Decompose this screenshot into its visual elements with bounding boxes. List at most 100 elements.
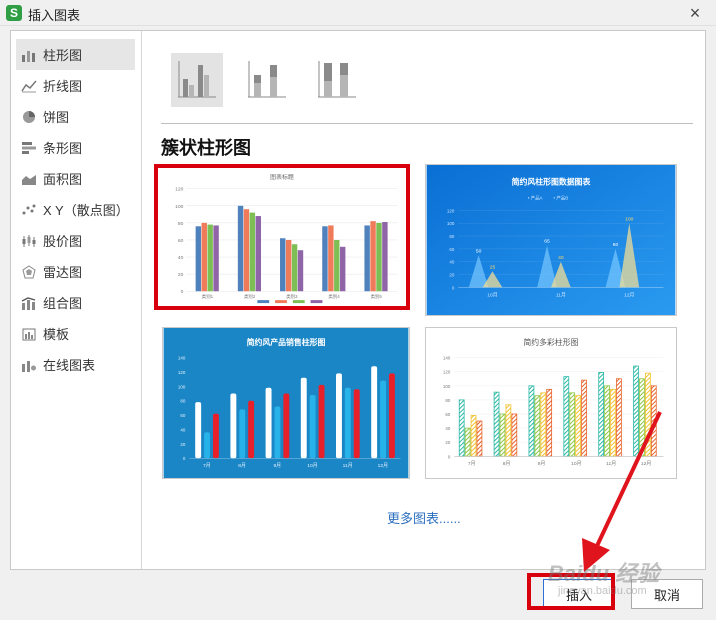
template-icon: [21, 327, 37, 341]
bar-chart-icon: [21, 141, 37, 155]
bar: [318, 384, 325, 459]
separator-line: [161, 123, 693, 124]
bar: [534, 395, 541, 457]
bar: [604, 385, 610, 457]
bar: [610, 388, 616, 457]
y-tick-label: 40: [180, 427, 185, 432]
sidebar-item-label: 面积图: [43, 172, 83, 187]
chart-type-sidebar: 柱形图折线图 饼图 条形图面积图 X Y（散点图） 股价图雷达图组合图模板在线图表: [11, 31, 142, 569]
x-tick-label: 8月: [238, 463, 246, 469]
bar: [283, 393, 290, 459]
cancel-button[interactable]: 取消: [631, 579, 703, 609]
y-tick-label: 20: [449, 273, 454, 278]
y-tick-label: 120: [175, 187, 183, 193]
bar: [280, 238, 286, 292]
data-label: 60: [613, 242, 619, 248]
sidebar-item-column-chart[interactable]: 柱形图: [16, 39, 135, 70]
bar: [380, 380, 386, 459]
y-tick-label: 100: [178, 384, 186, 389]
bar: [344, 387, 351, 459]
sidebar-item-online-chart[interactable]: 在线图表: [16, 349, 135, 380]
bar: [255, 216, 261, 292]
scatter-chart-icon: [21, 203, 37, 217]
sidebar-item-label: 模板: [43, 327, 70, 342]
sidebar-item-label: 股价图: [43, 234, 83, 249]
x-tick-label: 7月: [203, 463, 211, 469]
bar: [274, 406, 281, 459]
template-thumbnail-sales[interactable]: 简约风产品销售柱形图 140 120 100 80 60 40 20 0 7月 8月 9月 10月 11月…: [162, 327, 410, 479]
sidebar-item-template[interactable]: 模板: [16, 318, 135, 349]
bar: [309, 394, 316, 459]
bar: [370, 221, 376, 292]
y-tick-label: 80: [178, 221, 184, 227]
legend-swatch: [292, 300, 305, 304]
bar: [339, 246, 346, 292]
bar: [371, 366, 378, 459]
clustered-column-chart: 图表标题 120 100 80 60 40 20 0 类别1 类别2 类别3 类别4 类别5: [175, 173, 398, 304]
sidebar-item-pie-chart[interactable]: 饼图: [16, 101, 135, 132]
x-tick-label: 9月: [273, 463, 281, 469]
bar: [505, 404, 512, 457]
chart-title: 简约风柱形图数据图表: [512, 177, 591, 187]
bar: [581, 379, 587, 457]
x-tick-label: 10月: [571, 461, 581, 467]
template-thumbnail-simple-blue[interactable]: 简约风柱形图数据图表 • 产品A • 产品B 120 100 80 60 40 20 0 50 25 1…: [425, 164, 677, 316]
y-tick-label: 40: [178, 255, 184, 261]
column-chart-icon: [21, 48, 37, 62]
bar: [212, 413, 219, 459]
subtype-stacked-column[interactable]: [241, 53, 293, 107]
sidebar-item-bar-chart[interactable]: 条形图: [16, 132, 135, 163]
y-tick-label: 100: [443, 384, 451, 389]
sales-column-chart: 简约风产品销售柱形图1401201008060402007月 8月 9月 10月 11月…: [163, 328, 409, 478]
legend-label: • 产品A: [528, 195, 543, 202]
legend-swatch: [257, 300, 270, 304]
bar: [322, 226, 328, 292]
template-thumbnail-clustered[interactable]: 图表标题 120 100 80 60 40 20 0 类别1 类别2 类别3 类别4 类别5: [157, 166, 407, 309]
chart-title: 简约风产品销售柱形图: [247, 337, 326, 347]
sidebar-item-radar-chart[interactable]: 雷达图: [16, 256, 135, 287]
clustered-column-icon: [178, 61, 216, 98]
sidebar-item-label: X Y（散点图）: [43, 203, 129, 218]
sidebar-item-label: 组合图: [43, 296, 83, 311]
x-tick-label: 12月: [624, 292, 634, 298]
chart-content-panel: 簇状柱形图 图表标题 120 100 80 60 40 20 0 类别1 类别2 类别3 类别4 类别5…: [143, 31, 705, 569]
bar: [265, 387, 272, 459]
insert-button[interactable]: 插入: [543, 579, 615, 609]
x-tick-label: 9月: [538, 461, 546, 467]
y-tick-label: 20: [178, 272, 184, 278]
y-tick-label: 100: [447, 221, 455, 226]
bar: [575, 395, 581, 457]
sidebar-item-area-chart[interactable]: 面积图: [16, 163, 135, 194]
sidebar-item-label: 柱形图: [43, 48, 83, 63]
y-tick-label: 40: [445, 426, 450, 431]
legend-label: • 产品B: [554, 195, 569, 202]
y-tick-label: 60: [445, 412, 450, 417]
window-title: 插入图表: [28, 8, 81, 23]
online-chart-icon: [21, 358, 37, 372]
y-tick-label: 140: [178, 356, 186, 361]
y-tick-label: 0: [181, 289, 184, 295]
sidebar-item-scatter-chart[interactable]: X Y（散点图）: [16, 194, 135, 225]
close-button[interactable]: ×: [684, 2, 706, 24]
combo-chart-icon: [21, 296, 37, 310]
sidebar-item-stock-chart[interactable]: 股价图: [16, 225, 135, 256]
bar: [297, 250, 304, 292]
bar: [569, 392, 576, 457]
legend-swatch: [310, 300, 323, 304]
bar: [540, 392, 547, 457]
subtype-clustered-column[interactable]: [171, 53, 223, 107]
y-tick-label: 80: [180, 399, 185, 404]
x-tick-label: 类别2: [244, 293, 256, 300]
subtype-percent-stacked-column[interactable]: [311, 53, 363, 107]
more-charts-link[interactable]: 更多图表......: [387, 508, 461, 527]
template-thumbnail-colorful[interactable]: 简约多彩柱形图 140 120 100 80 60 40 20 0 7月 8月 9月 10月 11月 12月: [425, 327, 677, 479]
sidebar-item-line-chart[interactable]: 折线图: [16, 70, 135, 101]
bar: [249, 212, 256, 292]
y-tick-label: 60: [178, 238, 184, 244]
sidebar-item-combo-chart[interactable]: 组合图: [16, 287, 135, 318]
y-tick-label: 80: [449, 234, 454, 239]
x-tick-label: 11月: [343, 463, 353, 469]
bar: [511, 413, 518, 457]
bar: [243, 209, 250, 292]
bar: [328, 225, 334, 292]
